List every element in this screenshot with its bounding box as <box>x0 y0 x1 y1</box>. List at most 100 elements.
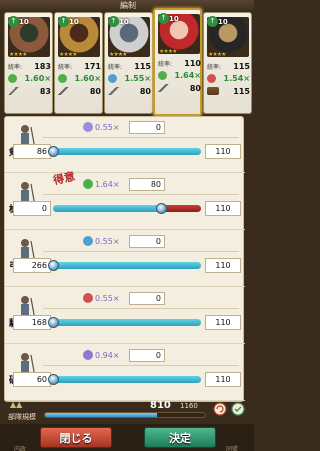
level: 10 <box>69 18 79 26</box>
multiplier-group: 0.94× <box>83 350 120 360</box>
slider-handle[interactable] <box>48 317 59 328</box>
close-button[interactable]: 閉じる <box>40 427 112 448</box>
level-icon: ↑ <box>108 16 119 27</box>
slider-fill <box>53 262 201 269</box>
max-count: 110 <box>205 201 241 216</box>
star-rating: ★★★★ <box>208 51 226 58</box>
unit-type-icon <box>108 73 117 83</box>
star-rating: ★★★★ <box>59 51 77 58</box>
action-bar: 閉じる 決定 <box>0 424 254 451</box>
slider-remaining <box>161 205 201 212</box>
slider-fill <box>53 319 201 326</box>
attack-value: 80 <box>139 86 151 96</box>
level: 10 <box>119 18 129 26</box>
unit-multiplier: 0.55× <box>95 293 120 303</box>
army-scale-capacity: 1160 <box>180 402 198 410</box>
slider-handle[interactable] <box>48 260 59 271</box>
available-count: 86 <box>13 144 51 159</box>
allocation-slider[interactable] <box>53 376 201 383</box>
unit-type-icon <box>207 73 216 83</box>
weapon-icon <box>158 84 170 92</box>
available-count: 266 <box>13 258 51 273</box>
allocation-input[interactable]: 0 <box>129 292 165 305</box>
army-scale-label: 部隊規模 <box>8 413 36 421</box>
allocation-slider[interactable] <box>53 262 201 269</box>
commander-card-5[interactable]: ↑ 10 ★★★★ 統率: 115 1.54× 115 <box>203 12 252 114</box>
weapon-icon <box>8 87 20 95</box>
attack-value: 115 <box>233 86 250 96</box>
unit-type-icon <box>158 70 167 80</box>
level: 10 <box>169 15 179 23</box>
divider <box>43 365 239 366</box>
weapon-icon <box>58 87 70 95</box>
army-scale-progress <box>44 412 206 418</box>
available-count: 168 <box>13 315 51 330</box>
max-count: 110 <box>205 144 241 159</box>
level-icon: ↑ <box>58 16 69 27</box>
allocation-input[interactable]: 0 <box>129 349 165 362</box>
max-count: 110 <box>205 258 241 273</box>
allocation-slider[interactable] <box>53 205 201 212</box>
slider-fill <box>53 205 161 212</box>
unit-type-icon <box>83 179 93 189</box>
unit-multiplier: 0.55× <box>95 236 120 246</box>
troops-value: 171 <box>84 61 101 71</box>
horse-icon <box>207 87 219 95</box>
troops-label: 統率: <box>8 63 23 71</box>
commander-card-2[interactable]: ↑ 10 ★★★★ 統率: 171 1.60× 80 <box>54 12 103 114</box>
star-rating: ★★★★ <box>109 51 127 58</box>
multiplier: 1.60× <box>24 73 51 83</box>
divider <box>43 137 239 138</box>
multiplier: 1.54× <box>223 73 250 83</box>
commander-card-4[interactable]: ↑ 10 ★★★★ 統率: 110 1.64× 80 <box>153 8 202 116</box>
multiplier: 1.64× <box>174 70 201 80</box>
unit-multiplier: 0.94× <box>95 350 120 360</box>
attack-value: 80 <box>89 86 101 96</box>
troops-label: 統率: <box>158 60 173 68</box>
multiplier-group: 0.55× <box>83 122 120 132</box>
reset-icon[interactable] <box>212 400 248 418</box>
unit-multiplier: 0.55× <box>95 122 120 132</box>
troops-value: 115 <box>233 61 250 71</box>
level: 10 <box>19 18 29 26</box>
unit-row: 槍兵 得意 1.64× 80 0 110 <box>5 170 245 230</box>
max-count: 110 <box>205 315 241 330</box>
slider-handle[interactable] <box>156 203 167 214</box>
slider-fill <box>53 376 201 383</box>
troops-label: 統率: <box>207 63 222 71</box>
confirm-button[interactable]: 決定 <box>144 427 216 448</box>
multiplier-group: 0.55× <box>83 236 120 246</box>
unit-row: 弓兵 0.55× 0 266 110 <box>5 231 245 287</box>
army-scale-fill <box>45 413 157 417</box>
multiplier: 1.55× <box>124 73 151 83</box>
army-scale-bar: ▲▲ 部隊規模 810 1160 <box>4 400 250 424</box>
slider-fill <box>53 148 201 155</box>
commander-card-1[interactable]: ↑ 10 ★★★★ 統率: 183 1.60× 83 <box>4 12 53 114</box>
allocation-input[interactable]: 80 <box>129 178 165 191</box>
tab-alliance[interactable]: 同盟 <box>226 444 238 451</box>
allocation-input[interactable]: 0 <box>129 121 165 134</box>
multiplier-group: 1.64× <box>83 179 120 189</box>
unit-row: 破城兵 0.94× 0 60 110 <box>5 345 245 401</box>
army-scale-icon: ▲▲ <box>10 400 23 409</box>
allocation-slider[interactable] <box>53 319 201 326</box>
slider-handle[interactable] <box>48 146 59 157</box>
available-count: 0 <box>13 201 51 216</box>
tab-domestic[interactable]: 内政 <box>14 444 26 451</box>
max-count: 110 <box>205 372 241 387</box>
unit-type-icon <box>58 73 67 83</box>
commander-cards: ↑ 10 ★★★★ 統率: 183 1.60× 83 ↑ 10 ★★★★ 統率: 1… <box>4 8 252 116</box>
unit-type-icon <box>83 293 93 303</box>
unit-row: 騎馬兵 0.55× 0 168 110 <box>5 288 245 344</box>
slider-handle[interactable] <box>48 374 59 385</box>
allocation-slider[interactable] <box>53 148 201 155</box>
troops-label: 統率: <box>108 63 123 71</box>
unit-type-icon <box>83 122 93 132</box>
attack-value: 83 <box>39 86 51 96</box>
allocation-input[interactable]: 0 <box>129 235 165 248</box>
unit-row: 剣兵 0.55× 0 86 110 <box>5 117 245 173</box>
available-count: 60 <box>13 372 51 387</box>
level-icon: ↑ <box>207 16 218 27</box>
commander-card-3[interactable]: ↑ 10 ★★★★ 統率: 115 1.55× 80 <box>104 12 153 114</box>
level-icon: ↑ <box>158 13 169 24</box>
